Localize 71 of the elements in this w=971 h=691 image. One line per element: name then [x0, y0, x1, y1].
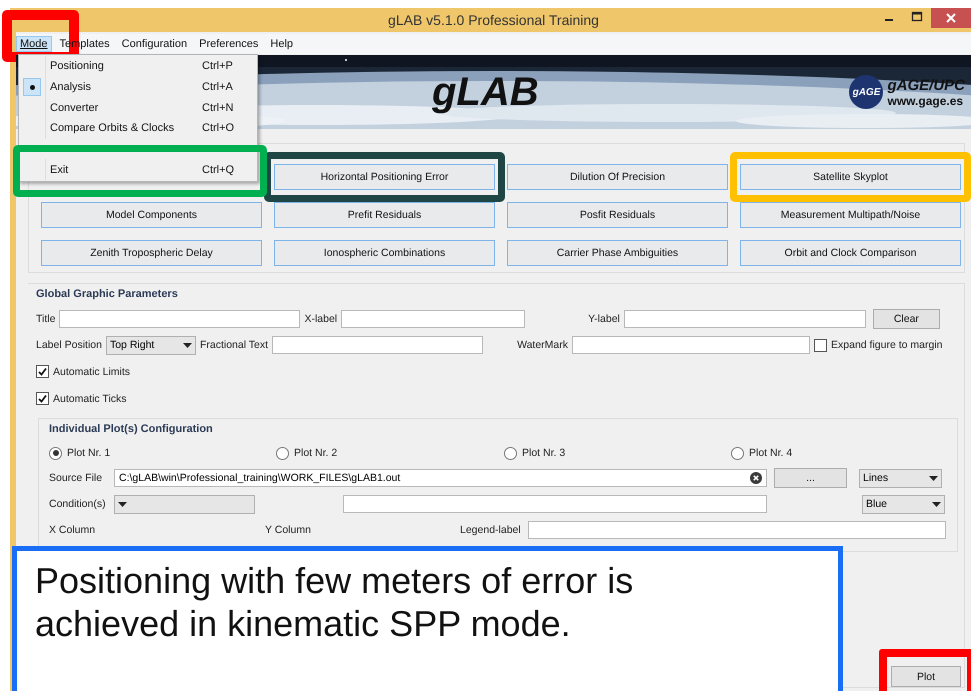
- checkbox-label: Expand figure to margin: [831, 339, 942, 351]
- plot-type-button[interactable]: Dilution Of Precision: [507, 164, 728, 190]
- radio-button[interactable]: [276, 446, 289, 460]
- radio-button[interactable]: [504, 446, 517, 460]
- group-heading: Global Graphic Parameters: [36, 287, 179, 302]
- caret-icon: [182, 342, 192, 348]
- menu-option[interactable]: Exit Ctrl+Q: [45, 159, 257, 180]
- field-label: Condition(s): [49, 498, 107, 510]
- plot-button[interactable]: Plot: [891, 666, 961, 687]
- field-label: Y-label: [588, 313, 620, 325]
- caret-icon: [118, 502, 127, 506]
- plot-type-button[interactable]: Orbit and Clock Comparison: [740, 240, 961, 266]
- title-field[interactable]: [59, 310, 300, 328]
- caret-icon: [932, 502, 941, 506]
- plot-type-button[interactable]: Carrier Phase Ambiguities: [507, 240, 728, 266]
- field-label: Source File: [49, 472, 104, 484]
- y-label-field[interactable]: [624, 310, 866, 328]
- source-file-field[interactable]: C:\gLAB\win\Professional_training\WORK_FILES\gLAB1.out: [114, 469, 767, 487]
- plot-type-button[interactable]: Ionospheric Combinations: [274, 240, 495, 266]
- checkbox[interactable]: [36, 365, 49, 378]
- clear-button[interactable]: Clear: [872, 309, 940, 329]
- label-position-dropdown[interactable]: Top Right: [106, 336, 196, 354]
- radio-label: Plot Nr. 4: [749, 447, 792, 459]
- menu-item[interactable]: Configuration: [118, 36, 192, 52]
- browse-button[interactable]: ...: [774, 468, 847, 488]
- field-label: WaterMark: [517, 339, 568, 351]
- plot-type-button[interactable]: Satellite Skyplot: [740, 164, 961, 190]
- radio-label: Plot Nr. 1: [67, 447, 110, 459]
- plot-type-button[interactable]: Measurement Multipath/Noise: [740, 202, 961, 228]
- menu-option[interactable]: Analysis Ctrl+A: [45, 76, 257, 98]
- line-style-dropdown[interactable]: Lines: [859, 468, 942, 488]
- menu-item[interactable]: Help: [266, 36, 298, 52]
- plot-type-button[interactable]: Posfit Residuals: [507, 202, 728, 228]
- website-link[interactable]: www.gage.es: [887, 94, 965, 108]
- app-logo-text: gLAB: [432, 70, 539, 114]
- group-heading: Individual Plot(s) Configuration: [49, 422, 214, 437]
- condition-field[interactable]: [343, 495, 767, 513]
- checkbox-label: Automatic Ticks: [53, 392, 127, 404]
- close-icon[interactable]: [931, 8, 971, 28]
- legend-label-field[interactable]: [528, 521, 946, 539]
- fractional-text-field[interactable]: [272, 336, 484, 354]
- checkbox[interactable]: [36, 392, 49, 405]
- field-label: Title: [36, 313, 56, 325]
- menu-item[interactable]: Mode: [16, 36, 52, 52]
- callout-text: Positioning with few meters of error is achieved in kinematic SPP mode.: [35, 559, 634, 645]
- field-label: X Column: [49, 524, 96, 536]
- radio-label: Plot Nr. 2: [294, 447, 338, 459]
- field-label: Legend-label: [460, 524, 522, 536]
- caret-icon: [929, 476, 938, 480]
- watermark-field[interactable]: [572, 336, 810, 354]
- checkbox[interactable]: [814, 338, 828, 352]
- plot-type-button[interactable]: Prefit Residuals: [274, 202, 495, 228]
- plot-type-button[interactable]: Horizontal Positioning Error: [274, 164, 495, 190]
- field-label: X-label: [304, 313, 338, 325]
- field-label: Label Position: [36, 339, 102, 351]
- menu-option[interactable]: Compare Orbits & Clocks Ctrl+O: [45, 118, 257, 139]
- field-label: Y Column: [265, 524, 312, 536]
- color-dropdown[interactable]: Blue: [862, 494, 945, 514]
- x-label-field[interactable]: [341, 310, 526, 328]
- radio-button[interactable]: [731, 446, 744, 460]
- plot-type-button[interactable]: Model Components: [41, 202, 262, 228]
- checkbox-label: Automatic Limits: [53, 366, 130, 378]
- window-title: gLAB v5.1.0 Professional Training: [388, 12, 599, 28]
- radio-button[interactable]: [49, 446, 62, 460]
- menu-item[interactable]: Preferences: [195, 36, 262, 52]
- clear-icon[interactable]: [750, 472, 762, 484]
- menu-option[interactable]: Converter Ctrl+N: [45, 97, 257, 118]
- menu-option[interactable]: Positioning Ctrl+P: [45, 56, 257, 77]
- plot-type-button[interactable]: Zenith Tropospheric Delay: [41, 240, 262, 266]
- field-label: Fractional Text: [200, 339, 268, 351]
- radio-label: Plot Nr. 3: [522, 447, 566, 459]
